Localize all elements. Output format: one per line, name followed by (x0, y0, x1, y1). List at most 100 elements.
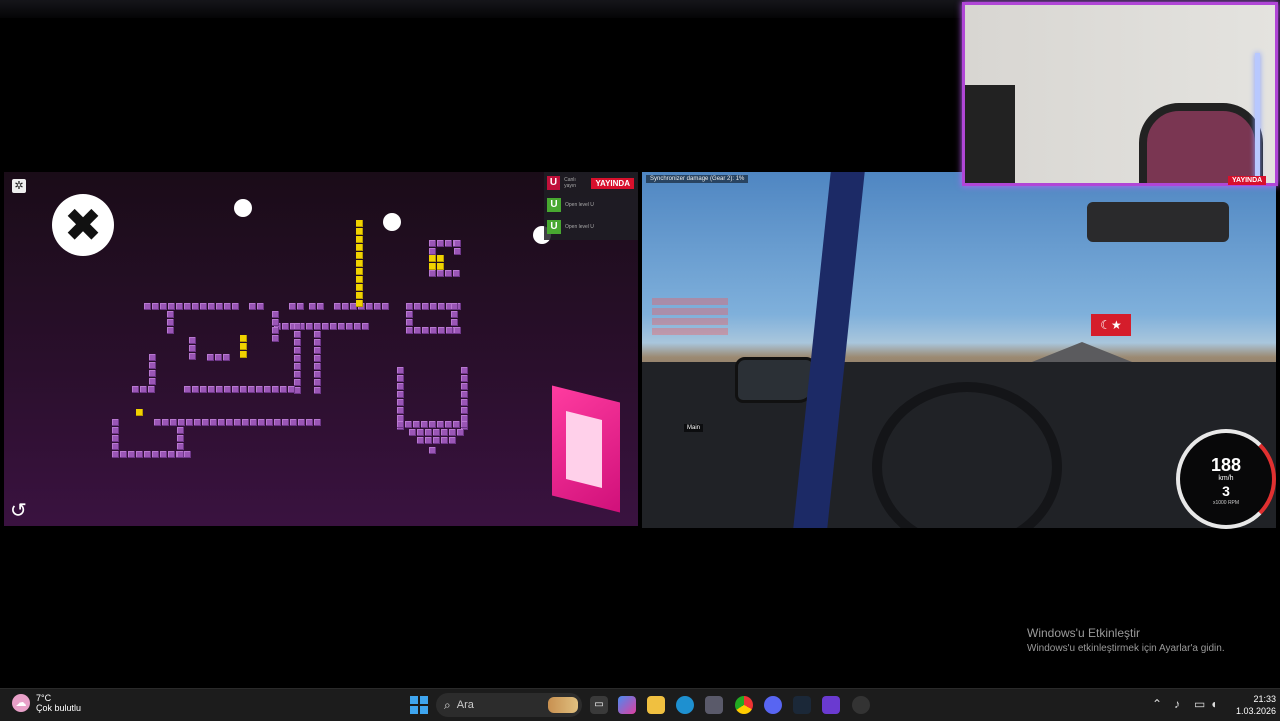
edge-icon[interactable] (676, 696, 694, 714)
level-tile (314, 379, 321, 386)
level-tile (152, 303, 159, 310)
level-tile (272, 311, 279, 318)
clock[interactable]: 21:33 1.03.2026 (1236, 693, 1276, 717)
level-tile (200, 386, 207, 393)
weather-icon: ☁ (12, 694, 30, 712)
level-tile (148, 386, 155, 393)
u-logo-icon: U (547, 176, 561, 190)
level-tile (192, 386, 199, 393)
m365-icon[interactable] (618, 696, 636, 714)
chevron-up-icon[interactable]: ⌃ (1152, 697, 1162, 711)
yellow-block (356, 260, 363, 267)
level-tile (441, 437, 448, 444)
level-tile (294, 363, 301, 370)
puzzle-game-panel[interactable]: ✲ ✖ ↺ (4, 172, 638, 526)
level-tile (149, 370, 156, 377)
yellow-block (356, 292, 363, 299)
level-tile (189, 353, 196, 360)
level-tile (406, 303, 413, 310)
search-placeholder: Ara (456, 699, 474, 711)
gear-value: 3 (1222, 483, 1230, 499)
microphone-icon[interactable]: ♪ (1174, 697, 1180, 711)
level-tile (306, 419, 313, 426)
level-tile (215, 354, 222, 361)
level-tile (184, 386, 191, 393)
level-tile (154, 419, 161, 426)
yellow-block (240, 343, 247, 350)
level-tile (405, 421, 412, 428)
yellow-block (356, 284, 363, 291)
level-tile (120, 451, 127, 458)
level-tile (437, 270, 444, 277)
level-tile (461, 383, 468, 390)
level-tile (184, 451, 191, 458)
level-tile (297, 303, 304, 310)
level-tile (207, 354, 214, 361)
level-tile (461, 375, 468, 382)
level-tile (258, 419, 265, 426)
volume-icon[interactable]: ◖ (1210, 697, 1217, 711)
level-tile (176, 303, 183, 310)
start-button[interactable] (410, 696, 428, 714)
network-icon[interactable]: ▭ (1194, 697, 1205, 711)
level-tile (322, 323, 329, 330)
level-tile (177, 427, 184, 434)
level-tile (132, 386, 139, 393)
close-level-button[interactable]: ✖ (52, 194, 114, 256)
level-tile (170, 419, 177, 426)
level-tile (224, 303, 231, 310)
weather-widget[interactable]: ☁ 7°C Çok bulutlu (12, 693, 81, 713)
list-item: U Open level U (544, 194, 638, 216)
yellow-block (356, 236, 363, 243)
taskbar: ☁ 7°C Çok bulutlu ⌕ Ara ▭ ⌃ ♪ ▭ ◖ 21:33 … (0, 688, 1280, 721)
settings-gear-icon[interactable]: ✲ (12, 179, 26, 193)
level-tile (294, 331, 301, 338)
level-tile (397, 391, 404, 398)
task-view-icon[interactable]: ▭ (590, 696, 608, 714)
level-tile (397, 367, 404, 374)
level-tile (208, 303, 215, 310)
search-box[interactable]: ⌕ Ara (436, 693, 582, 717)
level-tile (282, 323, 289, 330)
level-tile (406, 319, 413, 326)
chrome-icon[interactable] (735, 696, 753, 714)
level-tile (192, 303, 199, 310)
obs-icon[interactable] (852, 696, 870, 714)
level-tile (149, 378, 156, 385)
level-tile (438, 327, 445, 334)
level-tile (294, 355, 301, 362)
level-tile (257, 303, 264, 310)
live-row-subtitle: Open level U (565, 202, 594, 208)
level-tile (309, 303, 316, 310)
level-tile (454, 240, 461, 247)
level-tile (248, 386, 255, 393)
list-item: U Open level U (544, 216, 638, 238)
level-tile (177, 443, 184, 450)
level-tile (240, 386, 247, 393)
level-tile (429, 421, 436, 428)
live-badge: YAYINDA (591, 177, 634, 189)
steam-icon[interactable] (793, 696, 811, 714)
level-tile (152, 451, 159, 458)
file-explorer-icon[interactable] (647, 696, 665, 714)
level-tile (264, 386, 271, 393)
activation-subtitle: Windows'u etkinleştirmek için Ayarlar'a … (1027, 643, 1225, 654)
discord-icon[interactable] (764, 696, 782, 714)
level-tile (453, 421, 460, 428)
level-tile (433, 437, 440, 444)
level-tile (177, 435, 184, 442)
level-tile (194, 419, 201, 426)
level-tile (314, 331, 321, 338)
level-tile (272, 335, 279, 342)
weather-desc: Çok bulutlu (36, 703, 82, 713)
level-tile (112, 427, 119, 434)
yellow-block (356, 252, 363, 259)
u-logo-icon: U (547, 198, 561, 212)
level-tile (256, 386, 263, 393)
store-icon[interactable] (705, 696, 723, 714)
level-tile (294, 339, 301, 346)
undo-icon[interactable]: ↺ (10, 500, 32, 522)
live-stream-list: U Canlı yayın YAYINDA U Open level U U O… (544, 172, 638, 240)
app-icon[interactable] (822, 696, 840, 714)
level-tile (294, 371, 301, 378)
